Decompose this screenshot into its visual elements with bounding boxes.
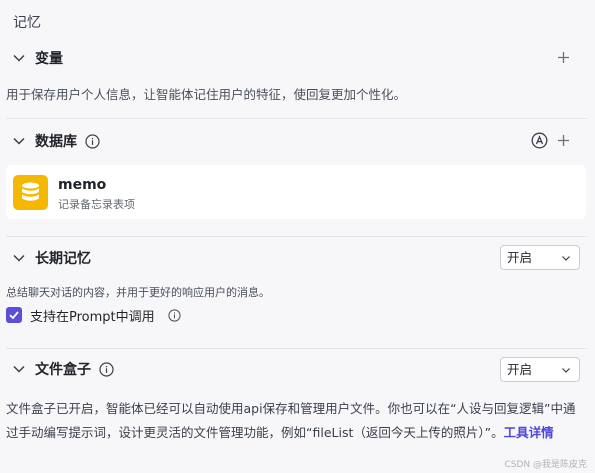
database-name: memo — [58, 177, 107, 193]
prompt-call-label: 支持在Prompt中调用 — [30, 309, 155, 325]
database-description: 记录备忘录表项 — [58, 198, 135, 211]
chevron-down-icon — [561, 365, 571, 375]
database-label: 数据库 — [35, 134, 77, 150]
prompt-call-option[interactable]: 支持在Prompt中调用 — [6, 306, 181, 325]
long-term-memory-select-value: 开启 — [507, 250, 533, 265]
chevron-down-icon — [561, 253, 571, 263]
prompt-call-checkbox[interactable] — [6, 307, 22, 323]
file-box-label: 文件盒子 — [35, 362, 91, 378]
file-box-section-header[interactable]: 文件盒子 — [12, 358, 584, 380]
variables-section-header[interactable]: 变量 — [12, 47, 584, 69]
file-box-paragraph: 文件盒子已开启，智能体已经可以自动使用api保存和管理用户文件。你也可以在“人设… — [6, 401, 576, 440]
file-box-select[interactable]: 开启 — [500, 357, 580, 382]
variables-label: 变量 — [35, 51, 63, 67]
chevron-down-icon[interactable] — [12, 134, 26, 148]
chevron-down-icon[interactable] — [12, 51, 26, 65]
chevron-down-icon[interactable] — [12, 362, 26, 376]
info-icon[interactable] — [99, 361, 114, 377]
database-section-header[interactable]: 数据库 — [12, 130, 584, 152]
memory-panel: 记忆 变量 用于保存用户个人信息，让智能体记住用户的特征，使回复更加个性化。 数… — [0, 0, 595, 473]
file-box-description: 文件盒子已开启，智能体已经可以自动使用api保存和管理用户文件。你也可以在“人设… — [6, 397, 588, 445]
long-term-memory-section-header[interactable]: 长期记忆 — [12, 247, 584, 269]
long-term-memory-select[interactable]: 开启 — [500, 245, 580, 270]
long-term-memory-label: 长期记忆 — [35, 251, 91, 267]
auto-mode-icon[interactable] — [531, 132, 548, 149]
chevron-down-icon[interactable] — [12, 251, 26, 265]
add-database-icon[interactable] — [557, 134, 570, 147]
divider — [6, 236, 587, 237]
tool-details-link[interactable]: 工具详情 — [504, 425, 554, 440]
info-icon[interactable] — [168, 308, 181, 322]
divider — [6, 118, 587, 119]
divider — [6, 348, 587, 349]
database-item-memo[interactable]: memo 记录备忘录表项 — [6, 165, 586, 219]
info-icon[interactable] — [85, 133, 100, 149]
watermark: CSDN @我是陈皮克 — [504, 460, 587, 470]
memory-title: 记忆 — [13, 15, 41, 31]
file-box-select-value: 开启 — [507, 362, 533, 377]
variables-description: 用于保存用户个人信息，让智能体记住用户的特征，使回复更加个性化。 — [6, 87, 407, 102]
database-icon — [13, 175, 48, 210]
long-term-memory-description: 总结聊天对话的内容，并用于更好的响应用户的消息。 — [6, 286, 270, 299]
add-variable-icon[interactable] — [557, 51, 570, 64]
